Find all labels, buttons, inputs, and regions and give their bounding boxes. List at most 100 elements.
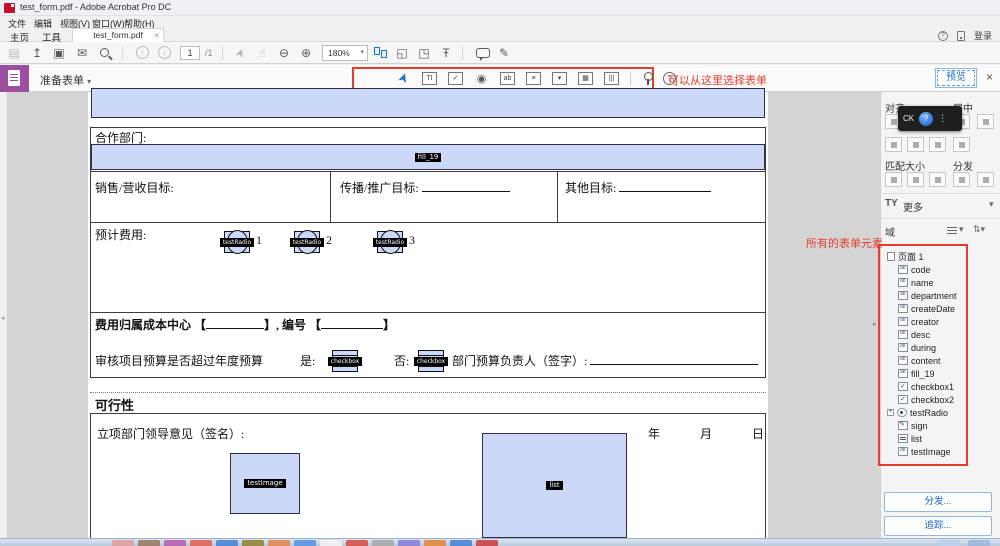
taskbar-app-icon[interactable]: [216, 540, 238, 546]
pencil-icon[interactable]: ✎: [496, 45, 512, 61]
help-icon[interactable]: ?: [937, 30, 948, 41]
field-tree-item[interactable]: sign: [887, 419, 987, 432]
field-tree-item[interactable]: testImage: [887, 445, 987, 458]
taskbar-app-icon[interactable]: [268, 540, 290, 546]
distribute-button[interactable]: 分发...: [884, 492, 992, 512]
checkbox-field-no[interactable]: checkbox: [413, 350, 449, 372]
zoom-out-icon[interactable]: ⊖: [276, 45, 292, 61]
tab-close-icon[interactable]: ×: [154, 29, 159, 42]
pin-icon[interactable]: [642, 71, 653, 85]
select-tool-icon[interactable]: ➤: [232, 45, 249, 61]
list-field[interactable]: list: [482, 433, 627, 538]
print-icon[interactable]: ▣: [51, 45, 67, 61]
measure-icon[interactable]: Ŧ: [438, 45, 454, 61]
field-tree-item[interactable]: checkbox2: [887, 393, 987, 406]
text-field-tool-icon[interactable]: TI: [422, 71, 437, 85]
overlay-menu-icon[interactable]: ⋮: [938, 113, 947, 124]
form-field-fill19[interactable]: fill_19: [91, 144, 765, 170]
field-tree-item[interactable]: desc: [887, 328, 987, 341]
taskbar-app-icon[interactable]: [476, 540, 498, 546]
zoom-in-icon[interactable]: ⊕: [298, 45, 314, 61]
field-tree-item[interactable]: createDate: [887, 302, 987, 315]
sort-order-icon[interactable]: ⇅▾: [973, 224, 985, 235]
align-top-icon[interactable]: [885, 137, 902, 152]
align-middle-icon[interactable]: [907, 137, 924, 152]
checkbox-tool-icon[interactable]: ✓: [448, 71, 463, 85]
taskbar-app-icon[interactable]: [450, 540, 472, 546]
barcode-tool-icon[interactable]: |||: [604, 71, 619, 85]
tree-page-item[interactable]: 页面 1: [887, 250, 987, 263]
match-width-icon[interactable]: [885, 172, 902, 187]
align-bottom-icon[interactable]: [929, 137, 946, 152]
left-panel-rail[interactable]: ◂: [0, 92, 8, 538]
combo-box-tool-icon[interactable]: ab: [500, 71, 515, 85]
radio-field-1[interactable]: testRadio: [219, 230, 255, 254]
taskbar-app-icon[interactable]: [112, 540, 134, 546]
prepare-form-mode-dropdown[interactable]: 准备表单 ▾: [40, 72, 91, 88]
taskbar-app-icon[interactable]: [164, 540, 186, 546]
expander-icon[interactable]: +: [887, 409, 894, 416]
taskbar-app-icon[interactable]: [320, 540, 342, 546]
dropdown-tool-icon[interactable]: ▾: [552, 71, 567, 85]
field-tree-item[interactable]: creator: [887, 315, 987, 328]
radio-field-2[interactable]: testRadio: [289, 230, 325, 254]
sign-in-link[interactable]: 登录: [974, 29, 992, 42]
more-section-label[interactable]: 更多: [903, 199, 923, 214]
select-tool-icon[interactable]: ➤: [394, 70, 412, 86]
taskbar-app-icon[interactable]: [424, 540, 446, 546]
tab-document[interactable]: test_form.pdf ×: [72, 28, 164, 42]
image-field-testImage[interactable]: testImage: [230, 453, 300, 514]
search-icon[interactable]: [100, 48, 109, 57]
save-icon[interactable]: ▤: [6, 45, 22, 61]
close-prepare-form-icon[interactable]: ×: [986, 70, 993, 84]
overlay-ball-icon[interactable]: ?: [919, 111, 934, 126]
email-icon[interactable]: ✉: [74, 45, 90, 61]
match-height-icon[interactable]: [907, 172, 924, 187]
center-both-icon[interactable]: [953, 137, 970, 152]
checkbox-field-yes[interactable]: checkbox: [327, 350, 363, 372]
list-view-icon[interactable]: [947, 227, 957, 235]
windows-taskbar[interactable]: [0, 538, 1000, 546]
taskbar-app-icon[interactable]: [294, 540, 316, 546]
taskbar-app-icon[interactable]: [242, 540, 264, 546]
page-up-icon[interactable]: ↑: [136, 46, 149, 59]
field-tree-item[interactable]: department: [887, 289, 987, 302]
center-vertical-icon[interactable]: [977, 114, 994, 129]
page-down-icon[interactable]: ↓: [158, 46, 171, 59]
expand-panel-icon[interactable]: ▸: [873, 320, 877, 328]
taskbar-app-icon[interactable]: [398, 540, 420, 546]
zoom-level-select[interactable]: 180% ▾: [322, 45, 368, 61]
preview-button[interactable]: 预览: [935, 68, 977, 88]
field-tree-item[interactable]: + testRadio: [887, 406, 987, 419]
radio-field-3[interactable]: testRadio: [372, 230, 408, 254]
taskbar-app-icon[interactable]: [938, 540, 960, 546]
mobile-icon[interactable]: [956, 30, 965, 41]
comment-icon[interactable]: [476, 48, 490, 61]
field-tree-item[interactable]: checkbox1: [887, 380, 987, 393]
share-icon[interactable]: ↥: [29, 45, 45, 61]
list-box-tool-icon[interactable]: ≡: [526, 71, 541, 85]
track-button[interactable]: 追踪...: [884, 516, 992, 536]
match-both-icon[interactable]: [929, 172, 946, 187]
radio-button-tool-icon[interactable]: ◉: [474, 72, 489, 85]
field-tree-item[interactable]: fill_19: [887, 367, 987, 380]
chevron-down-icon[interactable]: ▾: [959, 224, 964, 235]
distribute-vertical-icon[interactable]: [977, 172, 994, 187]
taskbar-app-icon[interactable]: [346, 540, 368, 546]
taskbar-app-icon[interactable]: [372, 540, 394, 546]
field-tree-item[interactable]: content: [887, 354, 987, 367]
taskbar-app-icon[interactable]: [138, 540, 160, 546]
page-number-input[interactable]: 1: [180, 46, 200, 60]
taskbar-app-icon[interactable]: [968, 540, 990, 546]
chevron-down-icon[interactable]: ▾: [989, 199, 994, 210]
distribute-horizontal-icon[interactable]: [953, 172, 970, 187]
field-tree-item[interactable]: code: [887, 263, 987, 276]
field-tree-item[interactable]: list: [887, 432, 987, 445]
hand-tool-icon[interactable]: ☝: [254, 45, 270, 61]
field-tree-item[interactable]: during: [887, 341, 987, 354]
page-scrolling-icon[interactable]: [374, 47, 388, 59]
image-field-tool-icon[interactable]: ▦: [578, 71, 593, 85]
form-field-content[interactable]: [91, 88, 765, 118]
fit-width-icon[interactable]: ◳: [416, 45, 432, 61]
taskbar-app-icon[interactable]: [190, 540, 212, 546]
